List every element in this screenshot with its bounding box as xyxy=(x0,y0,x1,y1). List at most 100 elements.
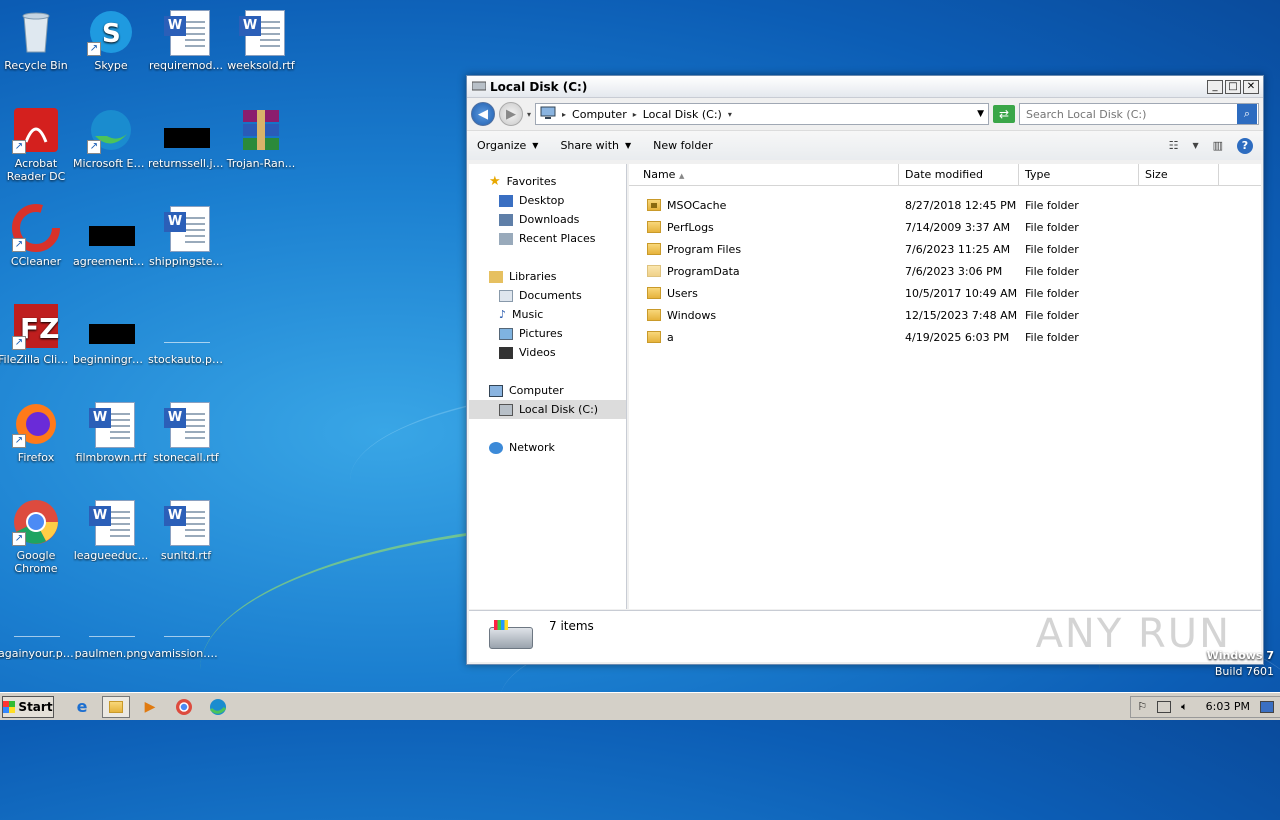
close-button[interactable]: ✕ xyxy=(1243,79,1259,94)
search-box[interactable]: ⌕ xyxy=(1019,103,1259,125)
nav-pictures[interactable]: Pictures xyxy=(469,324,626,343)
desktop-icon-leagueeduc[interactable]: W leagueeduc... xyxy=(73,498,149,562)
column-date-modified[interactable]: Date modified xyxy=(899,164,1019,186)
taskbar-ie[interactable]: e xyxy=(68,696,96,718)
taskbar-media-player[interactable]: ▶ xyxy=(136,696,164,718)
desktop-icon-trojan[interactable]: Trojan-Ran... xyxy=(223,106,299,170)
nav-libraries[interactable]: Libraries xyxy=(469,267,626,286)
nav-favorites[interactable]: ★ Favorites xyxy=(469,172,626,191)
desktop-icon-weeksold[interactable]: W weeksold.rtf xyxy=(223,8,299,72)
help-icon[interactable]: ? xyxy=(1237,137,1253,154)
nav-music[interactable]: ♪ Music xyxy=(469,305,626,324)
back-button[interactable]: ◀ xyxy=(471,102,495,126)
image-icon xyxy=(12,596,60,644)
computer-icon xyxy=(540,106,556,123)
window-title: Local Disk (C:) xyxy=(490,79,588,94)
desktop-icon-filmbrown[interactable]: W filmbrown.rtf xyxy=(73,400,149,464)
breadcrumb-local-disk[interactable]: Local Disk (C:) xyxy=(643,108,722,121)
show-desktop-icon[interactable] xyxy=(1260,700,1274,713)
address-dropdown-icon[interactable]: ▼ xyxy=(977,109,984,119)
taskbar-explorer[interactable] xyxy=(102,695,130,718)
file-row[interactable]: Users 10/5/2017 10:49 AM File folder xyxy=(629,282,1261,304)
file-list[interactable]: Name ▲ Date modified Type Size MSOCache … xyxy=(629,164,1261,609)
column-type[interactable]: Type xyxy=(1019,164,1139,186)
maximize-button[interactable]: □ xyxy=(1225,79,1241,94)
downloads-icon xyxy=(499,213,513,226)
column-name[interactable]: Name ▲ xyxy=(629,164,899,186)
desktop-icon-sunltd[interactable]: W sunltd.rtf xyxy=(148,498,224,562)
address-bar[interactable]: ▸ Computer ▸ Local Disk (C:) ▾ ▼ xyxy=(535,103,989,125)
desktop-icon-beginningre[interactable]: beginningre... xyxy=(73,302,149,366)
desktop-icon-returnssell[interactable]: returnssell.jpg xyxy=(148,106,224,170)
start-button[interactable]: Start xyxy=(2,695,54,718)
file-row[interactable]: PerfLogs 7/14/2009 3:37 AM File folder xyxy=(629,216,1261,238)
preview-pane-icon[interactable]: ▥ xyxy=(1213,139,1223,152)
file-row[interactable]: Program Files 7/6/2023 11:25 AM File fol… xyxy=(629,238,1261,260)
breadcrumb-computer[interactable]: Computer xyxy=(572,108,627,121)
chevron-right-icon[interactable]: ▸ xyxy=(633,110,637,119)
chrome-icon: ↗ xyxy=(12,498,60,546)
chevron-down-icon[interactable]: ▾ xyxy=(728,110,732,119)
taskbar-chrome[interactable] xyxy=(170,696,198,718)
image-redacted-icon xyxy=(162,106,210,154)
desktop-icon-acrobat[interactable]: ↗ Acrobat Reader DC xyxy=(0,106,74,183)
desktop-icon-chrome[interactable]: ↗ Google Chrome xyxy=(0,498,74,575)
nav-computer[interactable]: Computer xyxy=(469,381,626,400)
computer-icon xyxy=(489,384,503,397)
desktop-icon-paulmen[interactable]: paulmen.png xyxy=(73,596,149,660)
desktop-icon-edge[interactable]: ↗ Microsoft Edge xyxy=(73,106,149,170)
desktop-icon-stonecall[interactable]: W stonecall.rtf xyxy=(148,400,224,464)
explorer-window[interactable]: Local Disk (C:) _ □ ✕ ◀ ▶ ▾ ▸ Computer ▸… xyxy=(466,75,1264,665)
file-row[interactable]: ProgramData 7/6/2023 3:06 PM File folder xyxy=(629,260,1261,282)
clock[interactable]: 6:03 PM xyxy=(1206,700,1250,713)
view-options-icon[interactable]: ☷ xyxy=(1169,139,1179,152)
desktop-icon-vamission[interactable]: vamission.png xyxy=(148,596,224,660)
refresh-button[interactable]: ⇄ xyxy=(993,105,1015,123)
desktop-icon-requiremod[interactable]: W requiremod... xyxy=(148,8,224,72)
new-folder-button[interactable]: New folder xyxy=(653,139,712,152)
chevron-down-icon[interactable]: ▼ xyxy=(1192,141,1198,150)
details-pane: 7 items ANY RUN xyxy=(469,610,1261,662)
taskbar-edge[interactable] xyxy=(204,696,232,718)
organize-button[interactable]: Organize ▼ xyxy=(477,139,538,152)
file-row[interactable]: Windows 12/15/2023 7:48 AM File folder xyxy=(629,304,1261,326)
local-disk-large-icon xyxy=(489,620,533,649)
folder-icon xyxy=(647,287,661,299)
desktop-icon-stockauto[interactable]: stockauto.png xyxy=(148,302,224,366)
desktop-icon-againyour[interactable]: againyour.png xyxy=(0,596,74,660)
chevron-down-icon: ▼ xyxy=(625,141,632,150)
internet-explorer-icon: e xyxy=(76,697,88,716)
nav-recent-places[interactable]: Recent Places xyxy=(469,229,626,248)
desktop-icon-firefox[interactable]: ↗ Firefox xyxy=(0,400,74,464)
desktop-icon-recycle-bin[interactable]: Recycle Bin xyxy=(0,8,74,72)
desktop-icon-skype[interactable]: S ↗ Skype xyxy=(73,8,149,72)
share-with-button[interactable]: Share with ▼ xyxy=(560,139,631,152)
navigation-pane[interactable]: ★ Favorites Desktop Downloads Recent Plac… xyxy=(469,164,627,609)
file-row[interactable]: MSOCache 8/27/2018 12:45 PM File folder xyxy=(629,194,1261,216)
flag-icon[interactable]: ⚐ xyxy=(1137,700,1147,713)
file-row[interactable]: a 4/19/2025 6:03 PM File folder xyxy=(629,326,1261,348)
desktop-icon-agreementc[interactable]: agreementc... xyxy=(73,204,149,268)
nav-desktop[interactable]: Desktop xyxy=(469,191,626,210)
desktop-icon-ccleaner[interactable]: ↗ CCleaner xyxy=(0,204,74,268)
nav-downloads[interactable]: Downloads xyxy=(469,210,626,229)
volume-icon[interactable]: 🔈︎ xyxy=(1181,700,1188,714)
column-size[interactable]: Size xyxy=(1139,164,1219,186)
window-body: ★ Favorites Desktop Downloads Recent Plac… xyxy=(469,164,1261,609)
chevron-right-icon[interactable]: ▸ xyxy=(562,110,566,119)
address-row: ◀ ▶ ▾ ▸ Computer ▸ Local Disk (C:) ▾ ▼ ⇄… xyxy=(467,98,1263,130)
search-input[interactable] xyxy=(1020,106,1237,122)
nav-local-disk[interactable]: Local Disk (C:) xyxy=(469,400,626,419)
recent-pages-chevron-icon[interactable]: ▾ xyxy=(527,110,531,119)
network-tray-icon[interactable] xyxy=(1157,700,1172,713)
title-bar[interactable]: Local Disk (C:) _ □ ✕ xyxy=(467,76,1263,98)
desktop-icon-shippingste[interactable]: W shippingste... xyxy=(148,204,224,268)
nav-network[interactable]: Network xyxy=(469,438,626,457)
desktop-icon-filezilla[interactable]: FZ ↗ FileZilla Client xyxy=(0,302,74,366)
minimize-button[interactable]: _ xyxy=(1207,79,1223,94)
nav-videos[interactable]: Videos xyxy=(469,343,626,362)
forward-button[interactable]: ▶ xyxy=(499,102,523,126)
nav-documents[interactable]: Documents xyxy=(469,286,626,305)
word-doc-icon: W xyxy=(237,8,285,56)
search-icon[interactable]: ⌕ xyxy=(1237,104,1257,124)
